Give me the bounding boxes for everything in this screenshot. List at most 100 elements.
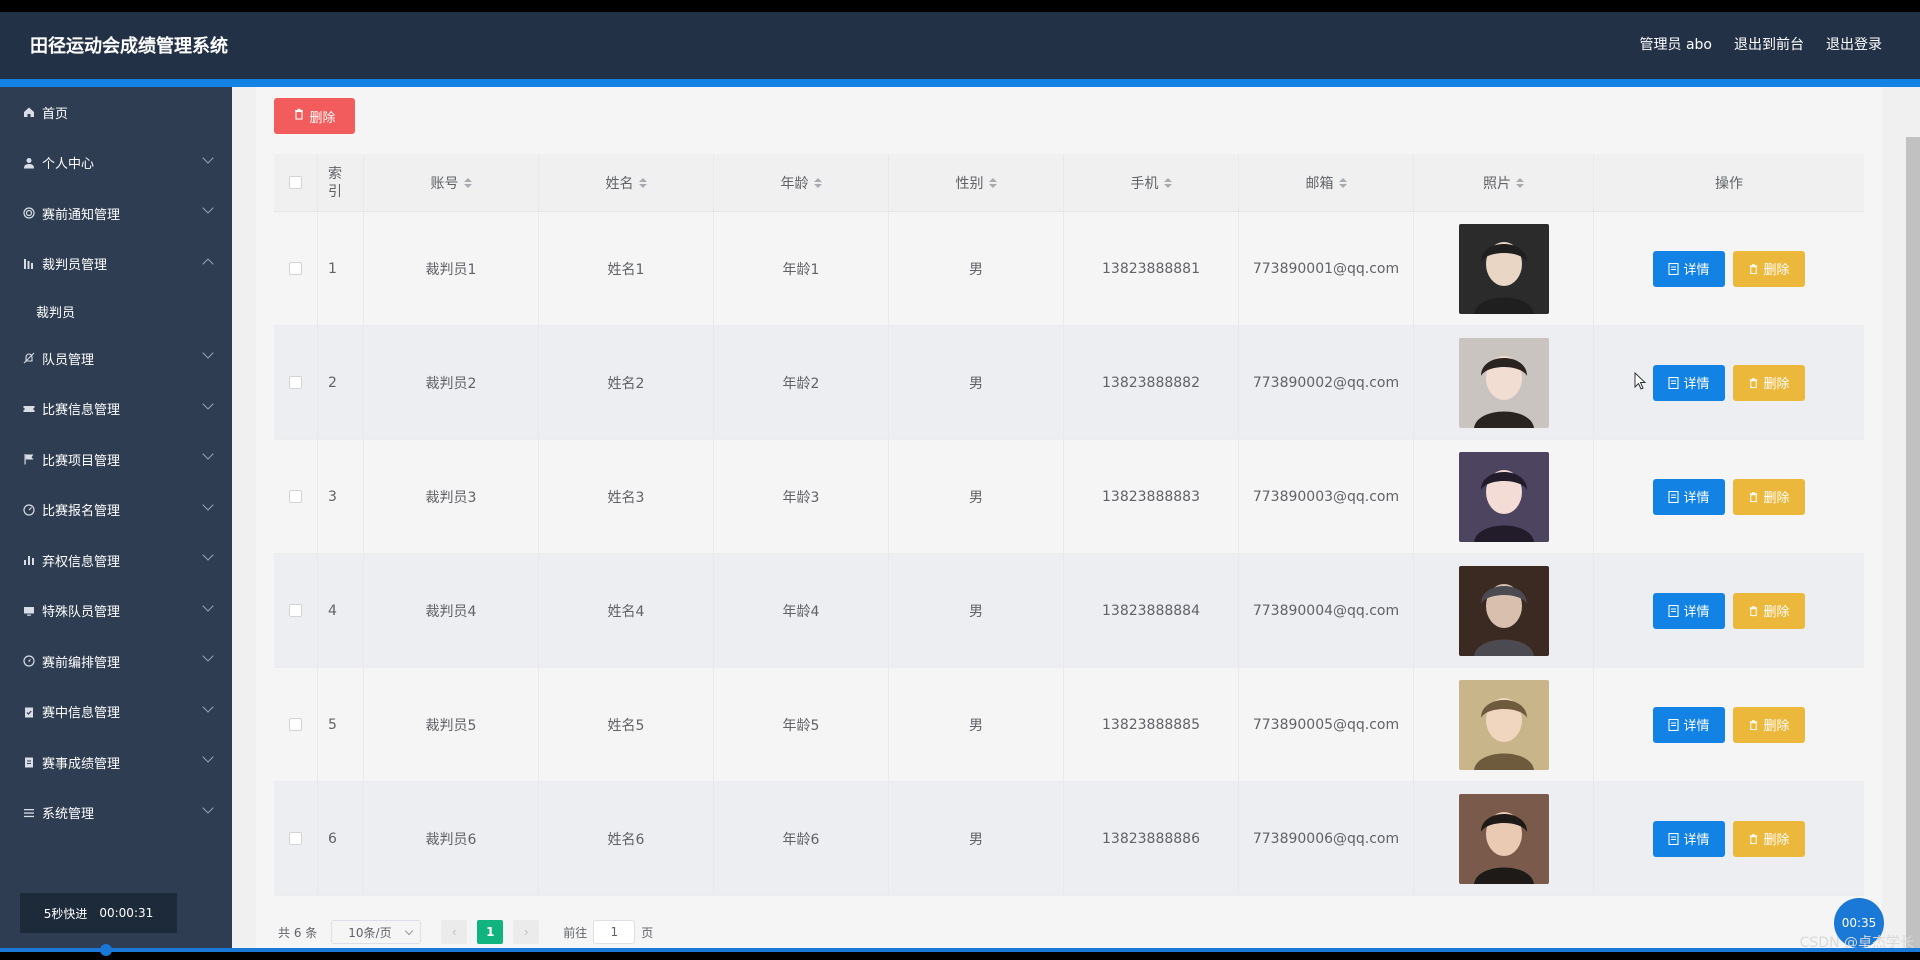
batch-delete-button[interactable]: 删除 xyxy=(274,98,355,134)
exit-to-front-link[interactable]: 退出到前台 xyxy=(1734,34,1804,54)
avatar[interactable] xyxy=(1458,565,1549,656)
sort-icon[interactable] xyxy=(988,177,997,188)
row-checkbox[interactable] xyxy=(289,718,302,731)
detail-button[interactable]: 详情 xyxy=(1653,250,1725,287)
select-all-checkbox[interactable] xyxy=(289,176,302,189)
sort-icon[interactable] xyxy=(1163,177,1172,188)
cell-account: 裁判员6 xyxy=(364,782,539,895)
header-age[interactable]: 年龄 xyxy=(714,154,889,211)
compass-icon xyxy=(22,654,36,668)
detail-button-label: 详情 xyxy=(1683,605,1710,620)
sidebar-item-signup-mgmt[interactable]: 比赛报名管理 xyxy=(0,485,232,536)
header-email[interactable]: 邮箱 xyxy=(1239,154,1414,211)
detail-button[interactable]: 详情 xyxy=(1653,820,1725,857)
sidebar-item-label: 裁判员管理 xyxy=(42,258,108,274)
trash-icon xyxy=(293,108,305,124)
sidebar-item-label: 赛事成绩管理 xyxy=(42,756,121,772)
row-checkbox[interactable] xyxy=(289,376,302,389)
sidebar-item-pre-arrange[interactable]: 赛前编排管理 xyxy=(0,636,232,687)
header-phone[interactable]: 手机 xyxy=(1064,154,1239,211)
sidebar-item-home[interactable]: 首页 xyxy=(0,87,232,138)
sidebar-subitem-referee[interactable]: 裁判员 xyxy=(0,289,232,333)
admin-user-label[interactable]: 管理员 abo xyxy=(1640,34,1712,54)
avatar[interactable] xyxy=(1458,793,1549,884)
page-number-current[interactable]: 1 xyxy=(477,920,504,944)
row-checkbox[interactable] xyxy=(289,262,302,275)
sort-icon[interactable] xyxy=(1516,177,1524,188)
header-name-label: 姓名 xyxy=(605,175,634,192)
avatar[interactable] xyxy=(1458,679,1549,770)
table-row: 5 裁判员5 姓名5 年龄5 男 13823888885 773890005@qq.com 详… xyxy=(274,668,1864,782)
sidebar-item-results[interactable]: 赛事成绩管理 xyxy=(0,737,232,788)
header-gender[interactable]: 性别 xyxy=(889,154,1064,211)
goto-page-input[interactable]: 1 xyxy=(593,920,636,944)
cell-phone: 13823888881 xyxy=(1064,212,1239,325)
cell-age: 年龄1 xyxy=(714,212,889,325)
delete-button-label: 删除 xyxy=(1763,833,1790,848)
fast-forward-label: 5秒快进 xyxy=(43,906,88,921)
delete-button[interactable]: 删除 xyxy=(1733,478,1805,515)
detail-button[interactable]: 详情 xyxy=(1653,592,1725,629)
avatar[interactable] xyxy=(1458,223,1549,314)
sidebar-item-player-mgmt[interactable]: 队员管理 xyxy=(0,333,232,384)
sidebar-item-system[interactable]: 系统管理 xyxy=(0,788,232,839)
sidebar-item-label: 个人中心 xyxy=(42,157,95,173)
sort-icon[interactable] xyxy=(1338,177,1347,188)
sidebar-item-match-info[interactable]: 比赛信息管理 xyxy=(0,384,232,435)
video-progress-handle[interactable] xyxy=(100,944,112,956)
flag-icon xyxy=(22,452,36,466)
referee-table: 索引 账号 姓名 年龄 性别 手机 邮箱 照片 操作 1 裁判员1 姓名1 年龄1 男 1… xyxy=(274,154,1864,896)
sort-icon[interactable] xyxy=(813,177,822,188)
sidebar-item-event-mgmt[interactable]: 比赛项目管理 xyxy=(0,434,232,485)
trash-icon xyxy=(1750,605,1758,616)
header-index: 索引 xyxy=(318,154,364,211)
row-select xyxy=(274,440,318,553)
cell-email: 773890004@qq.com xyxy=(1239,554,1414,667)
sidebar-item-waiver-mgmt[interactable]: 弃权信息管理 xyxy=(0,535,232,586)
row-checkbox[interactable] xyxy=(289,490,302,503)
delete-button[interactable]: 删除 xyxy=(1733,706,1805,743)
avatar[interactable] xyxy=(1458,451,1549,542)
fast-forward-badge[interactable]: 5秒快进 00:00:31 xyxy=(20,893,177,933)
delete-button[interactable]: 删除 xyxy=(1733,820,1805,857)
table-row: 2 裁判员2 姓名2 年龄2 男 13823888882 773890002@qq.com 详… xyxy=(274,326,1864,440)
sidebar-item-referee-mgmt[interactable]: 裁判员管理 xyxy=(0,239,232,290)
sidebar-item-label: 赛中信息管理 xyxy=(42,706,121,722)
delete-button[interactable]: 删除 xyxy=(1733,592,1805,629)
cell-photo xyxy=(1414,554,1594,667)
page-size-select[interactable]: 10条/页 xyxy=(331,920,422,944)
header-phone-label: 手机 xyxy=(1130,175,1159,192)
row-checkbox[interactable] xyxy=(289,604,302,617)
logout-link[interactable]: 退出登录 xyxy=(1826,34,1882,54)
sidebar-item-special-player[interactable]: 特殊队员管理 xyxy=(0,586,232,637)
cell-gender: 男 xyxy=(889,782,1064,895)
header-photo[interactable]: 照片 xyxy=(1414,154,1594,211)
cell-index: 3 xyxy=(318,440,364,553)
detail-button[interactable]: 详情 xyxy=(1653,478,1725,515)
header-name[interactable]: 姓名 xyxy=(539,154,714,211)
next-page-button[interactable]: › xyxy=(513,920,540,944)
cell-name: 姓名3 xyxy=(539,440,714,553)
avatar[interactable] xyxy=(1458,337,1549,428)
detail-button[interactable]: 详情 xyxy=(1653,706,1725,743)
scrollbar-thumb[interactable] xyxy=(1906,137,1920,948)
prev-page-button[interactable]: ‹ xyxy=(441,920,468,944)
sidebar-item-label: 比赛报名管理 xyxy=(42,504,121,520)
video-progress-bar[interactable] xyxy=(0,948,1920,952)
sidebar-item-profile[interactable]: 个人中心 xyxy=(0,138,232,189)
delete-button[interactable]: 删除 xyxy=(1733,250,1805,287)
header-account[interactable]: 账号 xyxy=(364,154,539,211)
cell-age: 年龄3 xyxy=(714,440,889,553)
sidebar-item-pre-notice[interactable]: 赛前通知管理 xyxy=(0,188,232,239)
sort-icon[interactable] xyxy=(463,177,472,188)
cell-email: 773890001@qq.com xyxy=(1239,212,1414,325)
cell-actions: 详情 删除 xyxy=(1594,212,1864,325)
document-icon xyxy=(1668,490,1680,503)
ticket-icon xyxy=(22,402,36,416)
clipboard-icon xyxy=(22,755,36,769)
row-checkbox[interactable] xyxy=(289,832,302,845)
detail-button[interactable]: 详情 xyxy=(1653,364,1725,401)
sort-icon[interactable] xyxy=(638,177,647,188)
delete-button[interactable]: 删除 xyxy=(1733,364,1805,401)
sidebar-item-in-match[interactable]: 赛中信息管理 xyxy=(0,687,232,738)
